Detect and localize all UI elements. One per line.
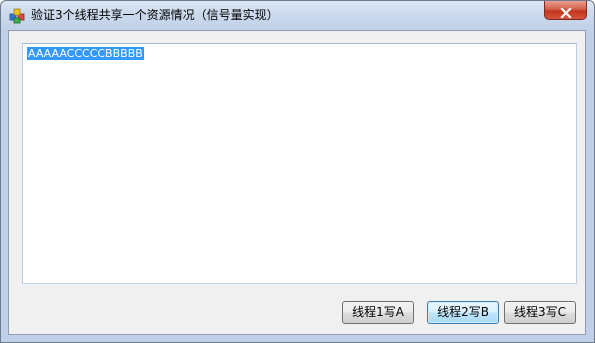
app-window: 验证3个线程共享一个资源情况（信号量实现） AAAAACCCCCBBBBB 线程… (0, 0, 595, 343)
title-bar[interactable]: 验证3个线程共享一个资源情况（信号量实现） (1, 1, 594, 30)
thread1-write-a-button[interactable]: 线程1写A (342, 301, 414, 324)
thread2-write-b-button[interactable]: 线程2写B (427, 301, 499, 324)
output-textarea[interactable]: AAAAACCCCCBBBBB (22, 43, 577, 284)
window-title: 验证3个线程共享一个资源情况（信号量实现） (31, 8, 279, 22)
thread3-write-c-button[interactable]: 线程3写C (504, 301, 576, 324)
close-button[interactable] (544, 1, 587, 20)
app-window-icon (9, 8, 25, 24)
textarea-selected-text: AAAAACCCCCBBBBB (27, 47, 144, 60)
close-icon (560, 4, 572, 19)
window-client-area: AAAAACCCCCBBBBB 线程1写A 线程2写B 线程3写C (8, 30, 586, 335)
